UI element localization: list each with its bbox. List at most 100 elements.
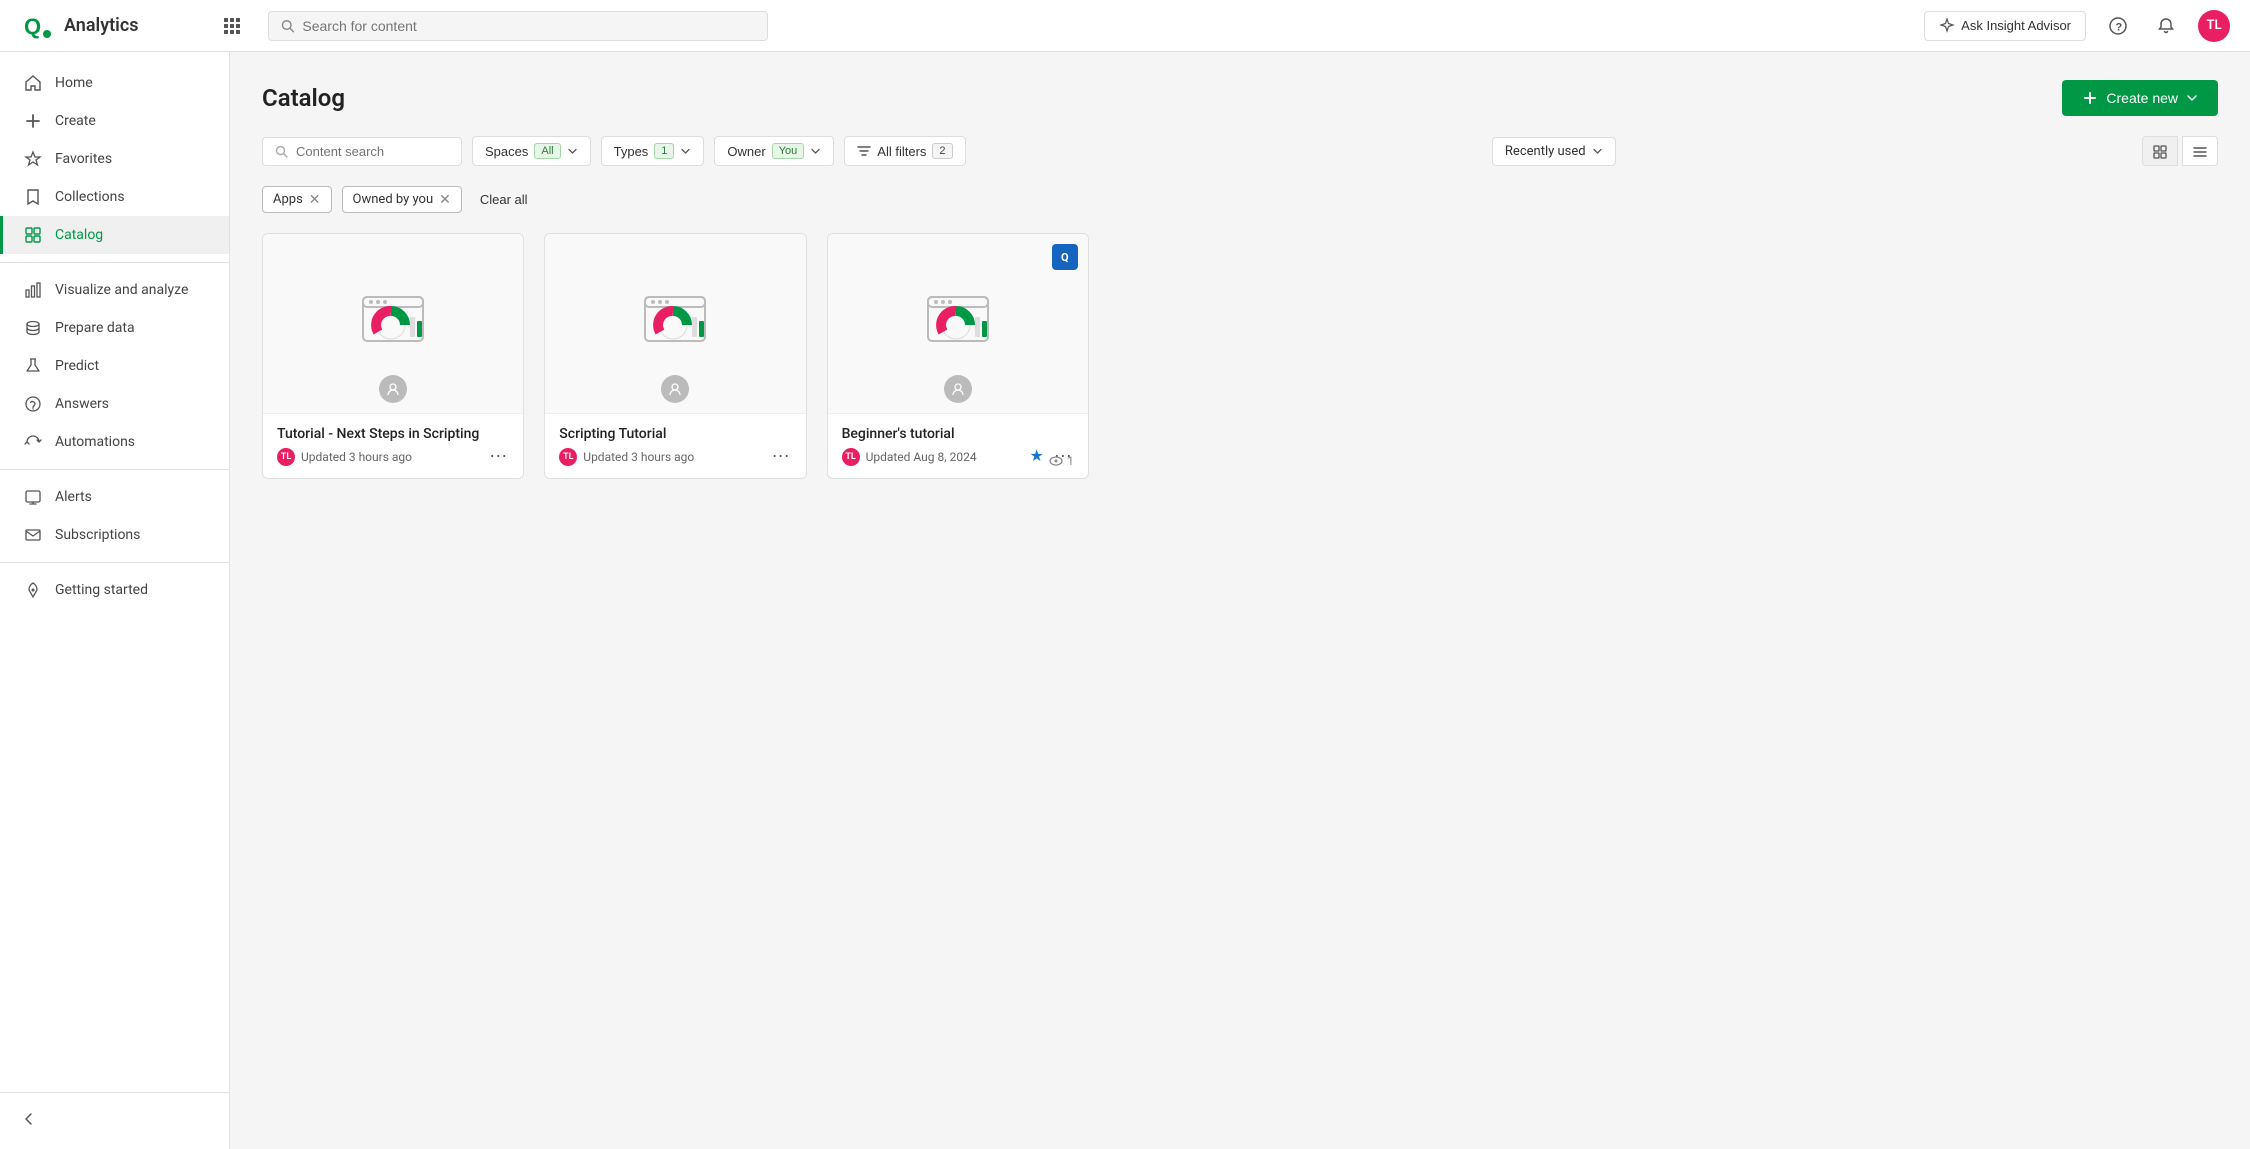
content-search-input[interactable] (296, 144, 436, 159)
spaces-badge: All (534, 143, 560, 159)
card-user-badge (379, 375, 407, 403)
alert-icon (23, 487, 43, 507)
owned-tag-label: Owned by you (353, 192, 434, 207)
all-filters-badge: 2 (932, 143, 952, 159)
sidebar-label-favorites: Favorites (55, 151, 112, 167)
card-preview (545, 234, 805, 414)
create-new-button[interactable]: Create new (2062, 80, 2218, 116)
waffle-icon[interactable] (216, 10, 248, 42)
search-input[interactable] (302, 18, 755, 34)
card-preview (263, 234, 523, 414)
apps-grid: Tutorial - Next Steps in Scripting TL Up… (262, 233, 2218, 479)
card-more-button[interactable]: ··· (485, 444, 511, 466)
qlik-logo-icon: Q (20, 8, 56, 44)
search-bar[interactable] (268, 11, 768, 41)
app-card[interactable]: Tutorial - Next Steps in Scripting TL Up… (262, 233, 524, 479)
notifications-icon[interactable] (2150, 10, 2182, 42)
sidebar-label-create: Create (55, 113, 96, 129)
card-more-button[interactable]: ··· (768, 444, 794, 466)
avatar[interactable]: TL (2198, 10, 2230, 42)
star-filled-icon[interactable]: ★ (1030, 446, 1044, 465)
spaces-filter-button[interactable]: Spaces All (472, 136, 591, 166)
sidebar-item-predict[interactable]: Predict (0, 347, 229, 385)
sort-chevron-icon (1592, 146, 1603, 157)
app-icon (923, 289, 993, 359)
sort-label: Recently used (1505, 144, 1586, 159)
sidebar-label-alerts: Alerts (55, 489, 92, 505)
sidebar-item-getting-started[interactable]: Getting started (0, 571, 229, 609)
owned-filter-tag[interactable]: Owned by you ✕ (342, 186, 462, 213)
sidebar-label-prepare: Prepare data (55, 320, 135, 336)
logo: Q Analytics (20, 8, 200, 44)
owner-badge: You (772, 143, 805, 159)
spaces-chevron-icon (567, 146, 578, 157)
content-search-bar[interactable] (262, 137, 462, 166)
create-new-label: Create new (2106, 90, 2178, 106)
owner-filter-button[interactable]: Owner You (714, 136, 834, 166)
all-filters-label: All filters (877, 144, 926, 159)
home-icon (23, 73, 43, 93)
sidebar-divider-3 (0, 562, 229, 563)
types-chevron-icon (680, 146, 691, 157)
sidebar-label-automations: Automations (55, 434, 135, 450)
sidebar-item-alerts[interactable]: Alerts (0, 478, 229, 516)
apps-tag-remove[interactable]: ✕ (309, 193, 321, 207)
sidebar-item-visualize[interactable]: Visualize and analyze (0, 271, 229, 309)
card-views: 1 (1049, 454, 1074, 468)
sidebar-item-home[interactable]: Home (0, 64, 229, 102)
app-badge: Q (1052, 244, 1078, 270)
rocket-icon (23, 580, 43, 600)
sidebar-label-visualize: Visualize and analyze (55, 282, 188, 298)
list-view-button[interactable] (2182, 136, 2218, 165)
filter-search-icon (275, 145, 288, 158)
top-bar-right: Ask Insight Advisor ? TL (1924, 10, 2230, 42)
sort-dropdown[interactable]: Recently used (1492, 137, 1616, 166)
sparkle-icon (1939, 18, 1955, 34)
app-card[interactable]: Scripting Tutorial TL Updated 3 hours ag… (544, 233, 806, 479)
owned-tag-remove[interactable]: ✕ (439, 193, 451, 207)
card-name: Scripting Tutorial (559, 426, 791, 442)
insight-advisor-button[interactable]: Ask Insight Advisor (1924, 11, 2086, 41)
sidebar-item-collections[interactable]: Collections (0, 178, 229, 216)
collapse-icon (20, 1110, 38, 1128)
grid-view-button[interactable] (2142, 136, 2178, 165)
insight-advisor-label: Ask Insight Advisor (1961, 18, 2071, 33)
sidebar-item-subscriptions[interactable]: Subscriptions (0, 516, 229, 554)
owner-label: Owner (727, 144, 765, 159)
answers-icon (23, 394, 43, 414)
sidebar: Home Create Favorites Coll (0, 52, 230, 1149)
sidebar-item-favorites[interactable]: Favorites (0, 140, 229, 178)
sidebar-collapse-btn[interactable] (0, 1101, 229, 1137)
app-shell: Q Analytics (0, 0, 2250, 1149)
star-icon (23, 149, 43, 169)
automations-icon (23, 432, 43, 452)
apps-filter-tag[interactable]: Apps ✕ (262, 186, 332, 213)
sidebar-label-home: Home (55, 75, 93, 91)
chart-icon (23, 280, 43, 300)
help-icon[interactable]: ? (2102, 10, 2134, 42)
filter-icon (857, 144, 871, 158)
card-avatar: TL (277, 448, 295, 466)
types-filter-button[interactable]: Types 1 (601, 136, 705, 166)
types-label: Types (614, 144, 649, 159)
main-area: Home Create Favorites Coll (0, 52, 2250, 1149)
card-info: Scripting Tutorial TL Updated 3 hours ag… (545, 414, 805, 478)
sidebar-label-subscriptions: Subscriptions (55, 527, 140, 543)
bookmark-icon (23, 187, 43, 207)
card-user-badge (944, 375, 972, 403)
card-actions: ··· (485, 444, 511, 466)
all-filters-button[interactable]: All filters 2 (844, 136, 965, 166)
sidebar-item-create[interactable]: Create (0, 102, 229, 140)
sidebar-item-prepare[interactable]: Prepare data (0, 309, 229, 347)
app-card[interactable]: Q (827, 233, 1089, 479)
sidebar-divider-2 (0, 469, 229, 470)
apps-tag-label: Apps (273, 192, 303, 207)
sidebar-item-catalog[interactable]: Catalog (0, 216, 229, 254)
clear-all-button[interactable]: Clear all (472, 187, 536, 212)
page-title: Catalog (262, 84, 345, 112)
sidebar-label-collections: Collections (55, 189, 125, 205)
types-badge: 1 (654, 143, 674, 159)
sidebar-item-answers[interactable]: Answers (0, 385, 229, 423)
card-meta: TL Updated 3 hours ago (559, 448, 791, 466)
sidebar-item-automations[interactable]: Automations (0, 423, 229, 461)
